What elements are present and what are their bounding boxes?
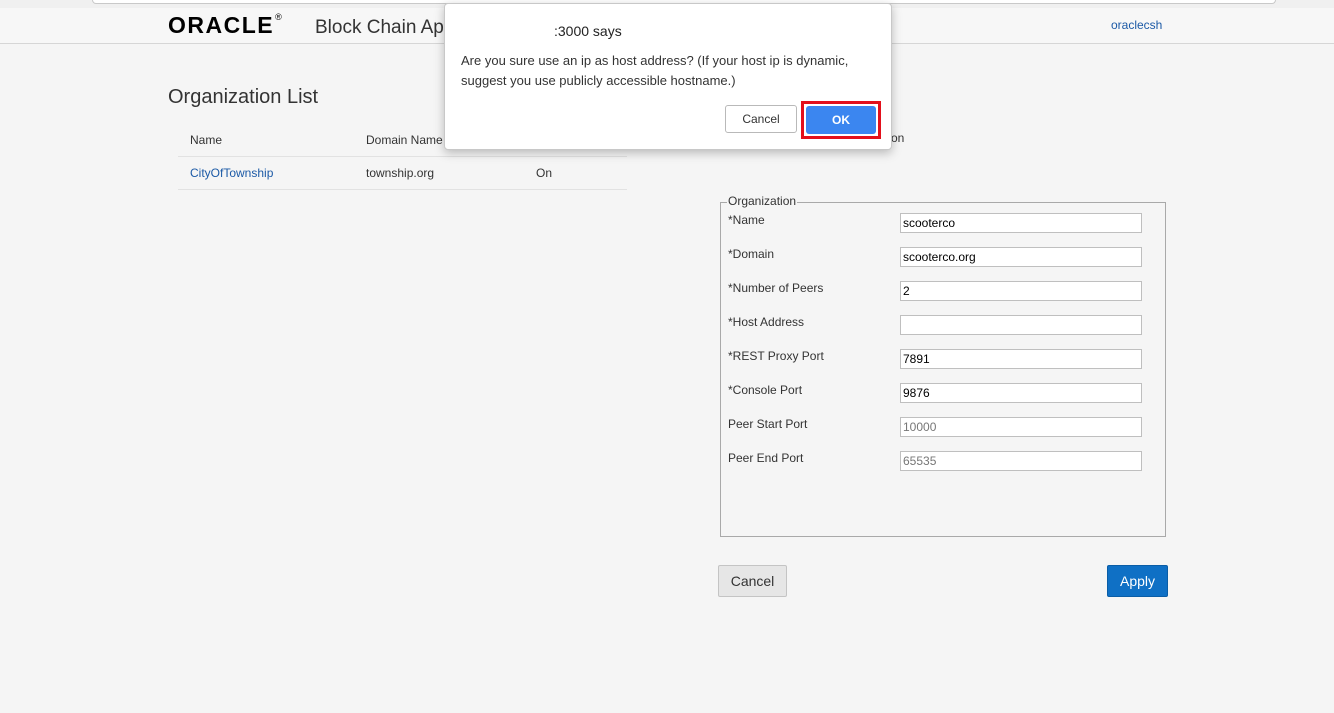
domain-label: *Domain bbox=[728, 247, 775, 261]
oracle-logo: ORACLE® bbox=[168, 12, 283, 39]
domain-input[interactable] bbox=[900, 247, 1142, 267]
host-address-input[interactable] bbox=[900, 315, 1142, 335]
rest-proxy-port-input[interactable] bbox=[900, 349, 1142, 369]
apply-button[interactable]: Apply bbox=[1107, 565, 1168, 597]
app-title: Block Chain App bbox=[315, 17, 455, 38]
cancel-button[interactable]: Cancel bbox=[718, 565, 787, 597]
peer-start-port-input[interactable] bbox=[900, 417, 1142, 437]
peer-end-port-input[interactable] bbox=[900, 451, 1142, 471]
oracle-logo-text: ORACLE bbox=[168, 12, 275, 38]
peer-end-port-label: Peer End Port bbox=[728, 451, 804, 465]
rest-proxy-port-label: *REST Proxy Port bbox=[728, 349, 824, 363]
organization-status: On bbox=[536, 166, 553, 180]
page-title: Organization List bbox=[168, 86, 319, 108]
number-of-peers-input[interactable] bbox=[900, 281, 1142, 301]
name-input[interactable] bbox=[900, 213, 1142, 233]
dialog-title: :3000 says bbox=[554, 23, 622, 39]
peer-start-port-label: Peer Start Port bbox=[728, 417, 808, 431]
organization-domain: township.org bbox=[366, 166, 435, 180]
table-row: CityOfTownship township.org On bbox=[178, 157, 627, 190]
confirm-dialog: :3000 says Are you sure use an ip as hos… bbox=[444, 3, 892, 150]
registered-mark: ® bbox=[275, 12, 284, 22]
user-menu-link[interactable]: oraclecsh bbox=[1111, 18, 1162, 32]
partial-column-header: on bbox=[891, 131, 905, 145]
dialog-cancel-button[interactable]: Cancel bbox=[725, 105, 797, 133]
name-label: *Name bbox=[728, 213, 765, 227]
dialog-message: Are you sure use an ip as host address? … bbox=[461, 53, 849, 88]
fieldset-legend: Organization bbox=[727, 194, 798, 208]
organization-name-link[interactable]: CityOfTownship bbox=[190, 157, 273, 190]
dialog-ok-button[interactable]: OK bbox=[806, 106, 876, 134]
console-port-input[interactable] bbox=[900, 383, 1142, 403]
host-address-label: *Host Address bbox=[728, 315, 805, 329]
ok-highlight-box: OK bbox=[801, 101, 881, 139]
column-header-name: Name bbox=[190, 133, 223, 147]
column-header-domain: Domain Name bbox=[366, 133, 443, 147]
console-port-label: *Console Port bbox=[728, 383, 803, 397]
number-of-peers-label: *Number of Peers bbox=[728, 281, 824, 295]
